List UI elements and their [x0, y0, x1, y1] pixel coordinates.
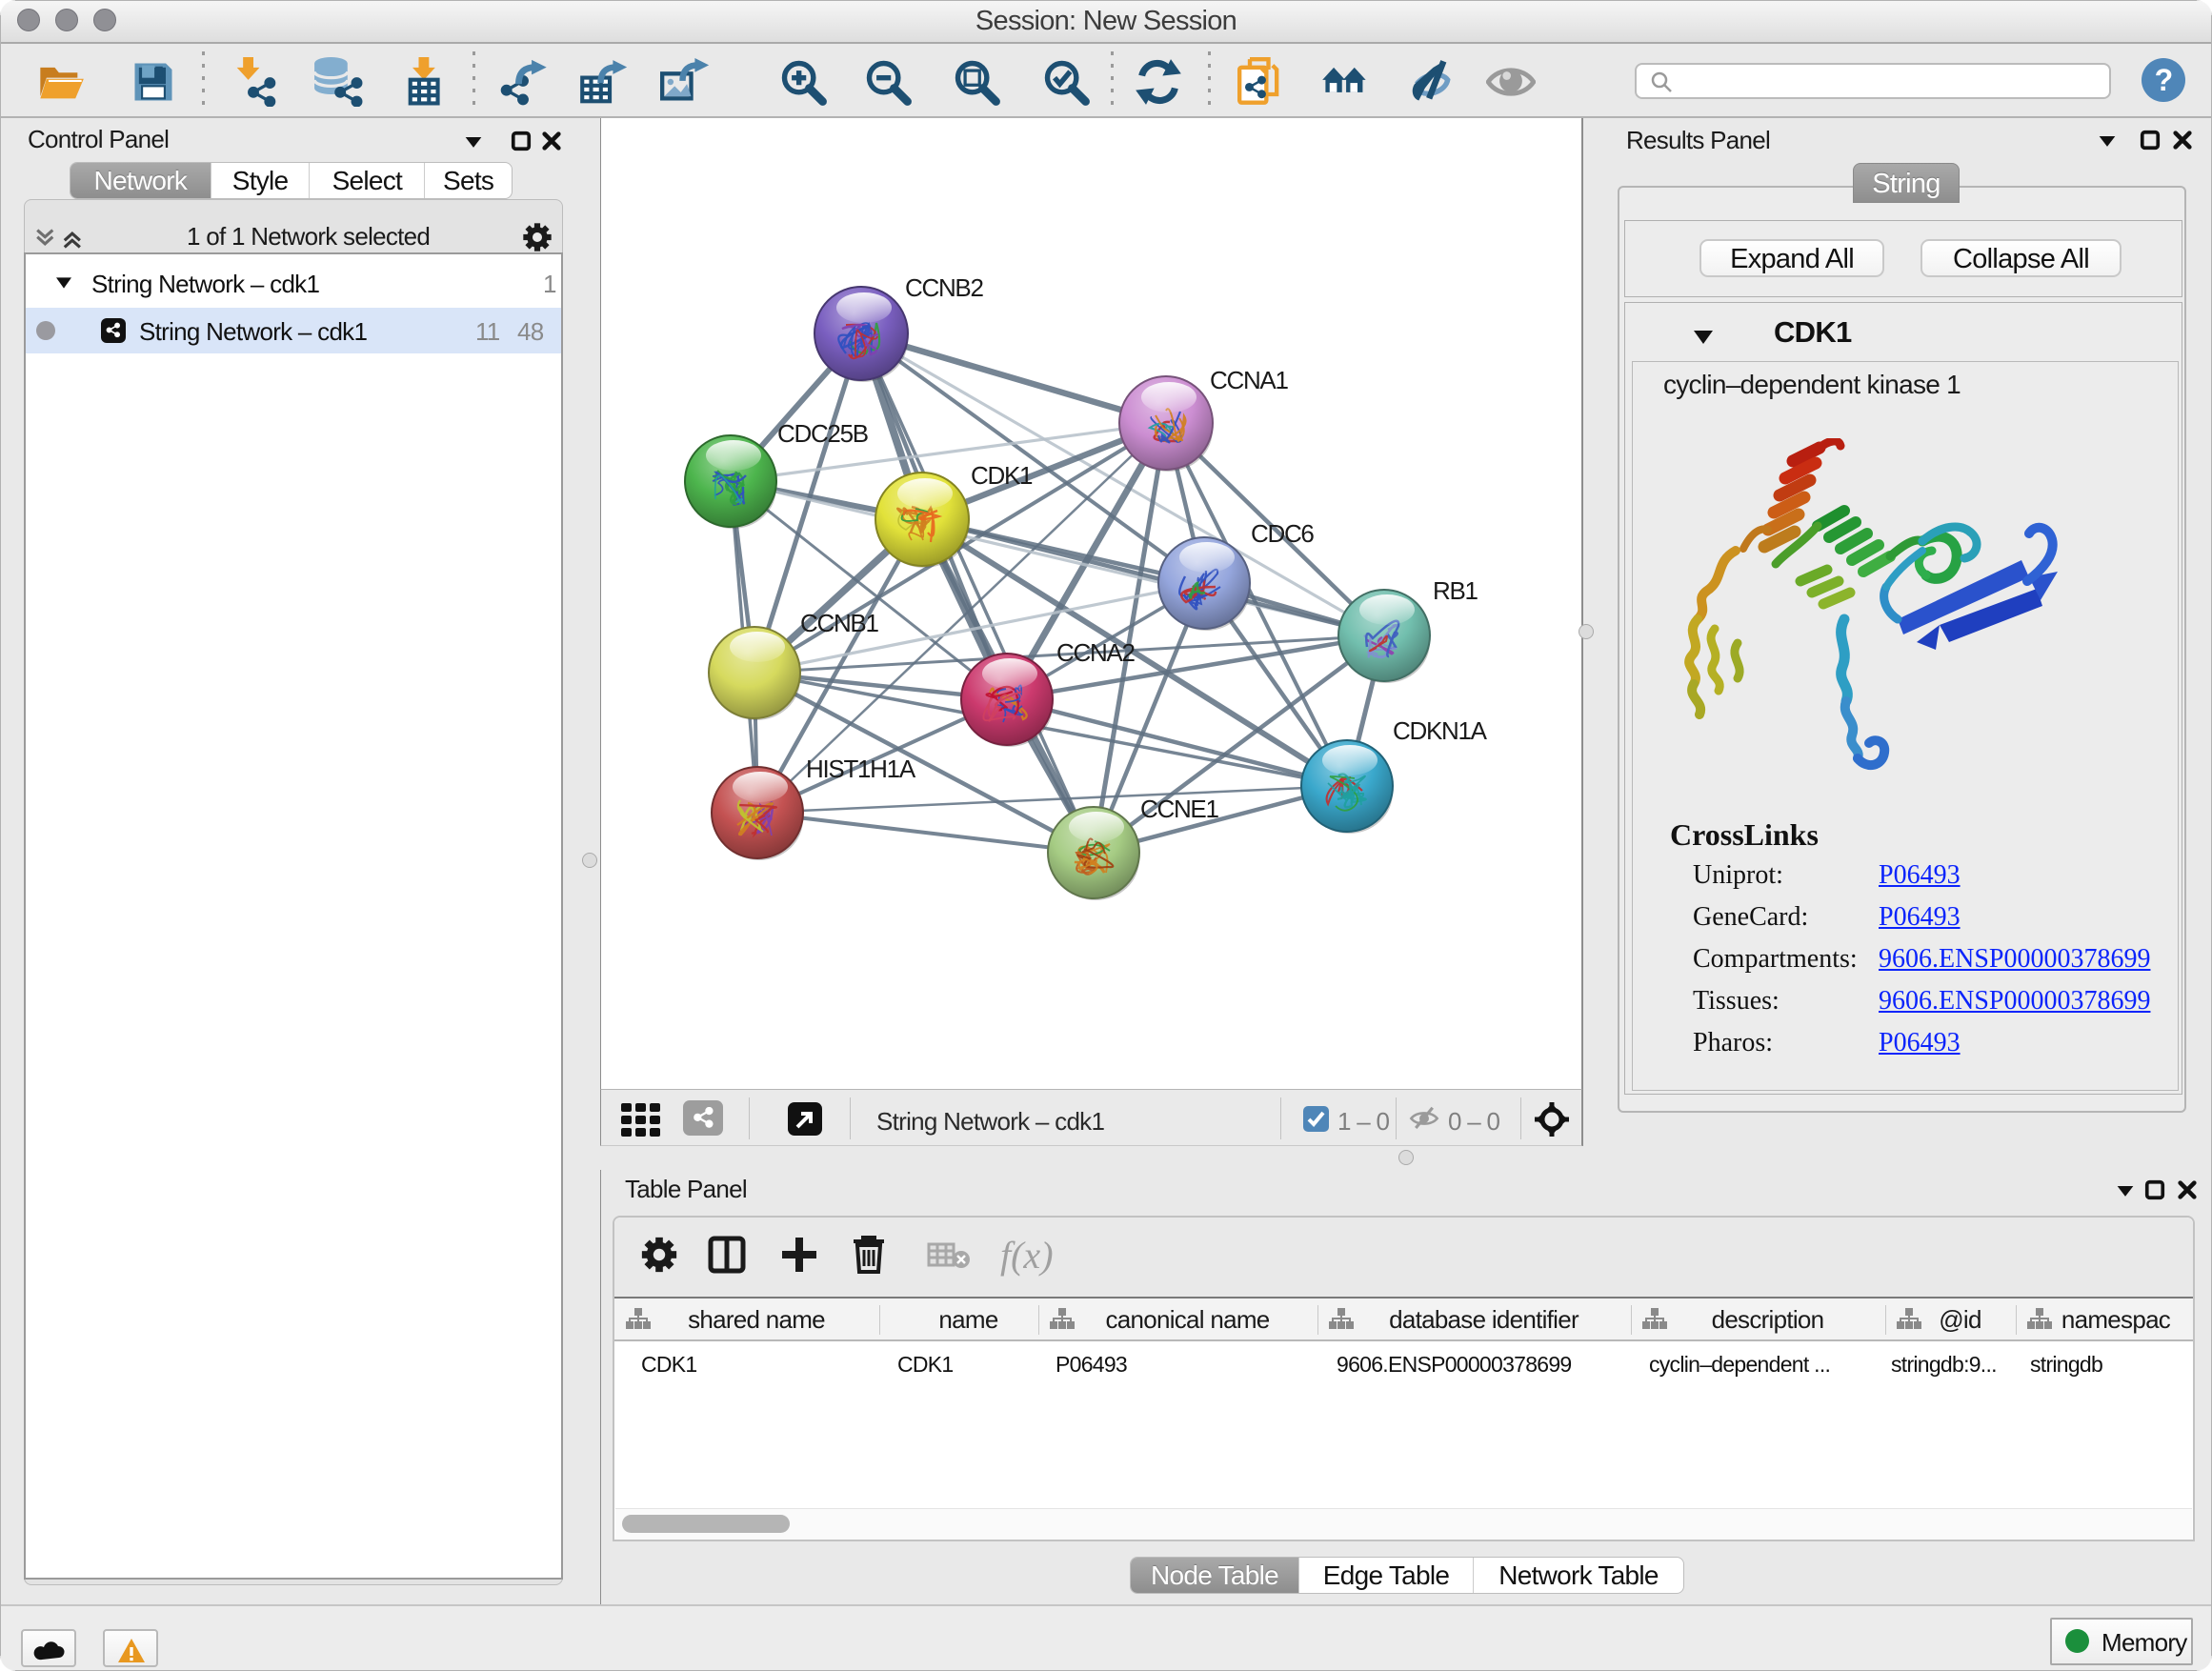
svg-text:CCNA1: CCNA1: [1210, 366, 1288, 394]
svg-text:RB1: RB1: [1433, 576, 1478, 605]
svg-text:HIST1H1A: HIST1H1A: [806, 755, 916, 783]
svg-text:CCNB1: CCNB1: [800, 609, 878, 637]
svg-text:CDC25B: CDC25B: [777, 419, 868, 448]
svg-text:CDK1: CDK1: [971, 461, 1033, 490]
svg-text:CCNB2: CCNB2: [905, 273, 983, 302]
svg-text:CCNA2: CCNA2: [1056, 638, 1135, 667]
svg-text:CCNE1: CCNE1: [1140, 795, 1218, 823]
svg-text:CDC6: CDC6: [1251, 519, 1314, 548]
svg-text:CDKN1A: CDKN1A: [1393, 716, 1488, 745]
